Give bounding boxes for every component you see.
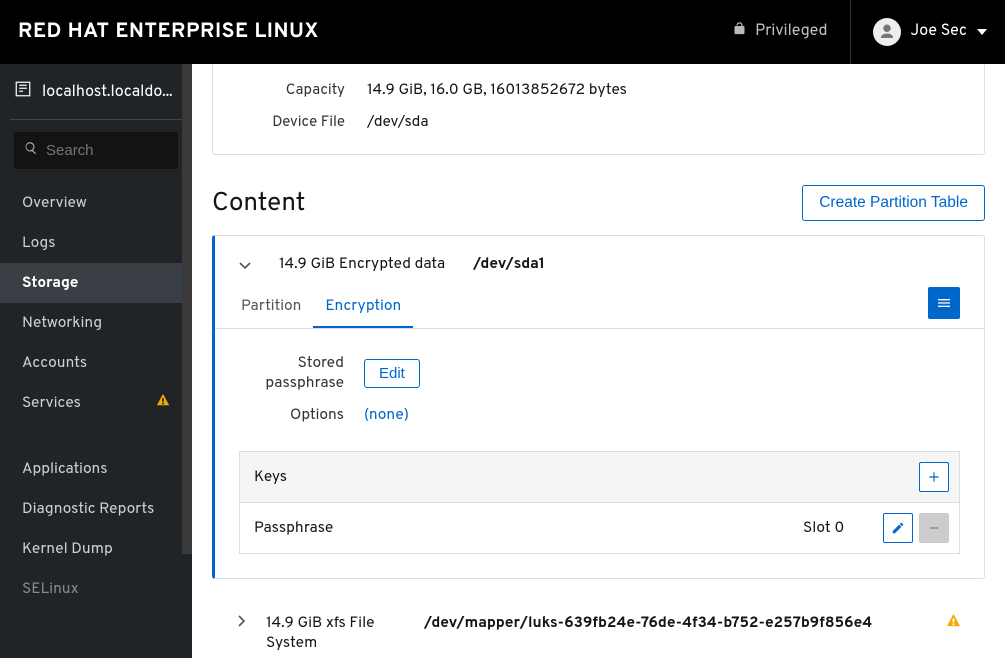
warning-icon xyxy=(946,613,961,634)
privileged-indicator[interactable]: Privileged xyxy=(710,0,850,64)
nav-overview[interactable]: Overview xyxy=(0,183,192,223)
add-key-button[interactable] xyxy=(919,462,949,492)
partition-tabs: Partition Encryption xyxy=(215,286,984,329)
key-slot: Slot 0 xyxy=(803,518,873,538)
chevron-down-icon xyxy=(239,258,251,270)
key-type: Passphrase xyxy=(254,518,793,538)
tab-encryption[interactable]: Encryption xyxy=(313,286,413,328)
partition-card-expanded: 14.9 GiB Encrypted data /dev/sda1 Partit… xyxy=(212,235,985,579)
create-partition-table-button[interactable]: Create Partition Table xyxy=(802,185,985,221)
nav-services[interactable]: Services xyxy=(0,383,192,423)
stored-passphrase-label: Stored passphrase xyxy=(239,353,364,393)
host-name: localhost.localdo... xyxy=(42,83,173,103)
nav-primary: Overview Logs Storage Networking Account… xyxy=(0,183,192,423)
privileged-label: Privileged xyxy=(755,22,827,42)
nav-selinux[interactable]: SELinux xyxy=(0,569,192,609)
nav-secondary: Applications Diagnostic Reports Kernel D… xyxy=(0,449,192,609)
partition-expand-header[interactable]: 14.9 GiB Encrypted data /dev/sda1 xyxy=(215,236,984,286)
partition2-device: /dev/mapper/luks-639fb24e-76de-4f34-b752… xyxy=(424,613,918,633)
partition-row-collapsed[interactable]: 14.9 GiB xfs File System /dev/mapper/luk… xyxy=(212,603,985,658)
device-file-label: Device File xyxy=(237,113,367,132)
avatar-icon xyxy=(873,18,901,46)
host-selector[interactable]: localhost.localdo... xyxy=(0,64,192,119)
nav-logs[interactable]: Logs xyxy=(0,223,192,263)
nav-storage[interactable]: Storage xyxy=(0,263,192,303)
sidebar: localhost.localdo... Overview Logs Stora… xyxy=(0,64,192,658)
encryption-options-link[interactable]: (none) xyxy=(364,405,409,425)
main-content: Capacity 14.9 GiB, 16.0 GB, 16013852672 … xyxy=(192,64,1005,658)
user-menu[interactable]: Joe Sec xyxy=(851,0,987,64)
keys-table: Keys Passphrase Slot 0 xyxy=(239,451,960,554)
nav-diagnostic-reports[interactable]: Diagnostic Reports xyxy=(0,489,192,529)
drive-info-card: Capacity 14.9 GiB, 16.0 GB, 16013852672 … xyxy=(212,64,985,155)
keys-header: Keys xyxy=(254,467,287,487)
edit-key-button[interactable] xyxy=(883,513,913,543)
nav-networking[interactable]: Networking xyxy=(0,303,192,343)
chevron-right-icon xyxy=(236,613,248,625)
brand-title: RED HAT ENTERPRISE LINUX xyxy=(18,19,319,46)
divider xyxy=(10,119,182,120)
caret-down-icon xyxy=(977,22,987,42)
unlock-icon xyxy=(732,21,747,43)
warning-icon xyxy=(156,393,170,413)
options-label: Options xyxy=(239,405,364,425)
search-icon xyxy=(24,141,38,155)
remove-key-button xyxy=(919,513,949,543)
edit-passphrase-button[interactable]: Edit xyxy=(364,359,420,388)
partition2-size-desc: 14.9 GiB xfs File System xyxy=(266,613,396,653)
partition-actions-menu-button[interactable] xyxy=(928,287,960,319)
key-row: Passphrase Slot 0 xyxy=(240,503,959,553)
search-input[interactable] xyxy=(14,132,178,169)
nav-accounts[interactable]: Accounts xyxy=(0,343,192,383)
device-file-value: /dev/sda xyxy=(367,112,429,132)
capacity-label: Capacity xyxy=(237,81,367,100)
tab-partition[interactable]: Partition xyxy=(229,286,313,328)
user-name: Joe Sec xyxy=(911,22,967,42)
capacity-value: 14.9 GiB, 16.0 GB, 16013852672 bytes xyxy=(367,80,627,100)
nav-applications[interactable]: Applications xyxy=(0,449,192,489)
partition-device: /dev/sda1 xyxy=(473,254,545,274)
server-icon xyxy=(14,80,32,105)
nav-kernel-dump[interactable]: Kernel Dump xyxy=(0,529,192,569)
partition-size-desc: 14.9 GiB Encrypted data xyxy=(279,254,445,274)
top-bar: RED HAT ENTERPRISE LINUX Privileged Joe … xyxy=(0,0,1005,64)
content-heading: Content xyxy=(212,187,305,220)
